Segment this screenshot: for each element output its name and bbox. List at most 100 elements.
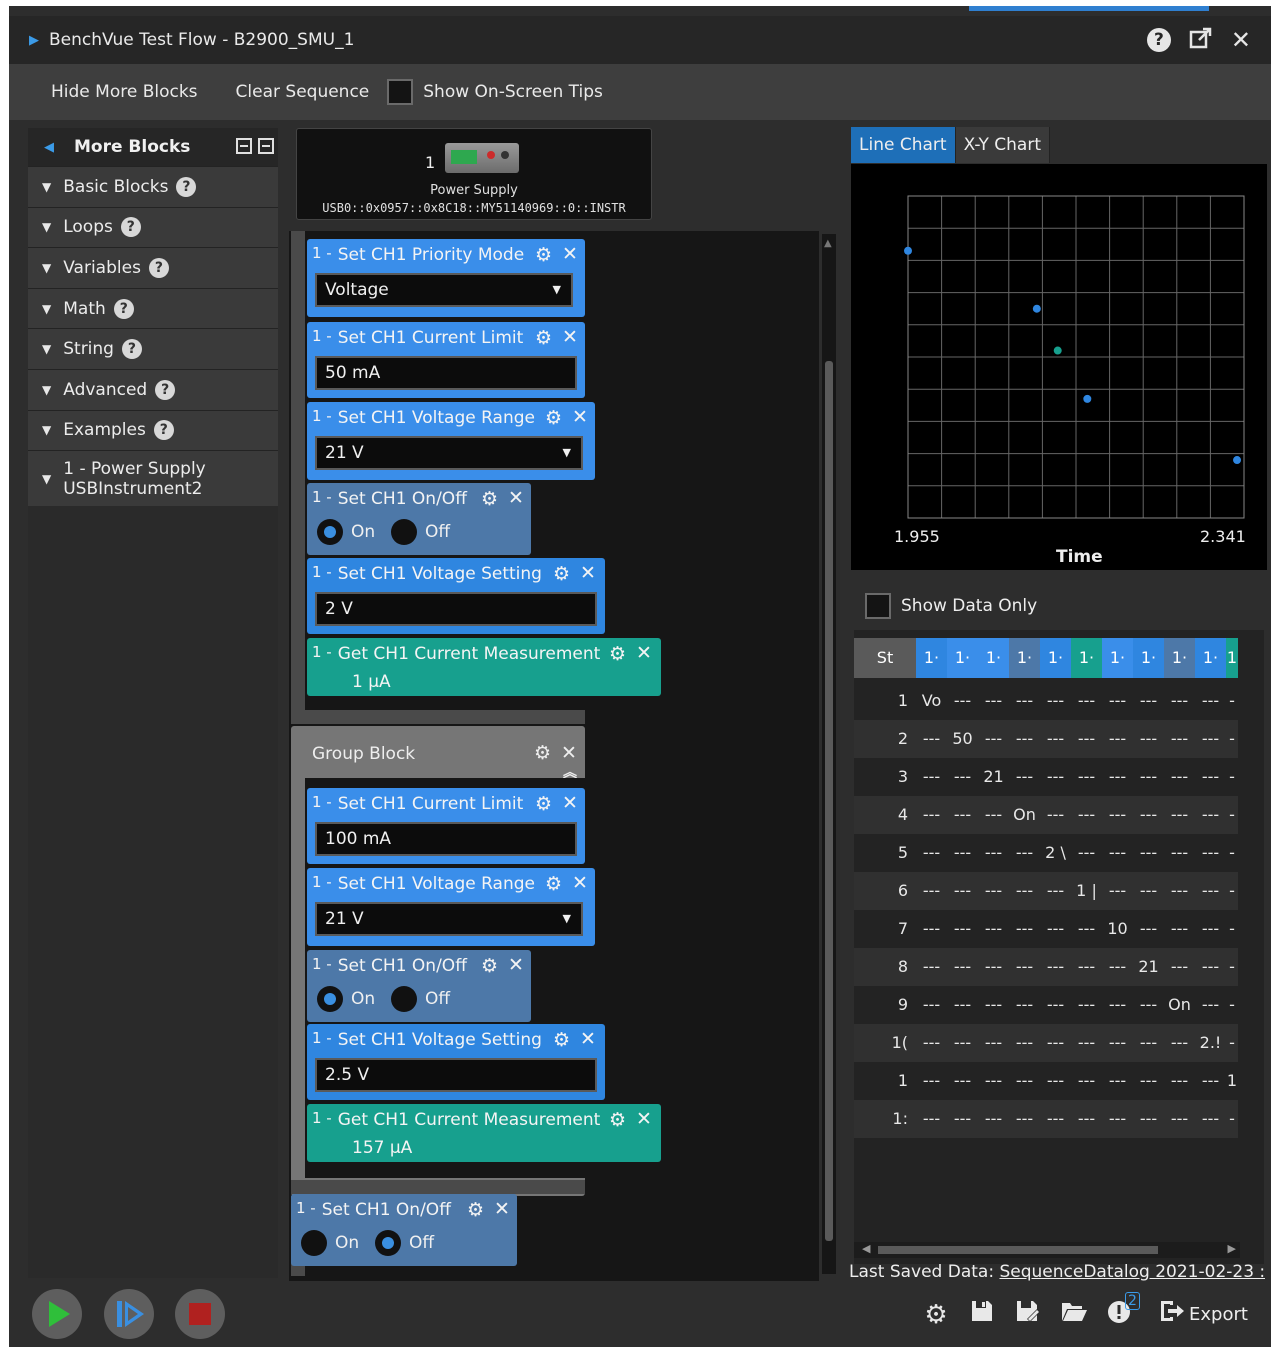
block-get-current-measurement[interactable]: 1 - Get CH1 Current Measurement ⚙ ✕ 157 µ… xyxy=(307,1104,661,1162)
canvas-scroll-thumb[interactable] xyxy=(825,361,833,1241)
help-icon[interactable]: ? xyxy=(155,379,176,400)
notifications-icon[interactable]: 2 xyxy=(1105,1292,1140,1331)
gear-icon[interactable]: ⚙ xyxy=(609,643,626,665)
voltage-range-select[interactable]: 21 V ▼ xyxy=(315,902,583,936)
table-header-cell[interactable]: 1· xyxy=(1133,638,1164,678)
instrument-card[interactable]: 1 Power Supply USB0::0x0957::0x8C18::MY5… xyxy=(296,128,652,220)
table-header-cell[interactable]: 1· xyxy=(1009,638,1040,678)
palette-item-variables[interactable]: ▼ Variables? xyxy=(28,247,278,288)
close-icon[interactable]: ✕ xyxy=(572,872,588,894)
current-limit-input[interactable]: 50 mA xyxy=(315,356,577,390)
tab-xy-chart[interactable]: X-Y Chart xyxy=(955,127,1050,163)
gear-icon[interactable]: ⚙ xyxy=(553,563,570,585)
radio-off[interactable]: Off xyxy=(391,986,450,1012)
collapse-all-icon[interactable] xyxy=(236,138,252,154)
palette-item-string[interactable]: ▼ String? xyxy=(28,328,278,369)
current-limit-input[interactable]: 100 mA xyxy=(315,822,577,856)
palette-item-math[interactable]: ▼ Math? xyxy=(28,287,278,329)
tab-line-chart[interactable]: Line Chart xyxy=(851,127,956,163)
palette-item-advanced[interactable]: ▼ Advanced? xyxy=(28,368,278,410)
block-set-voltage-range[interactable]: 1 - Set CH1 Voltage Range ⚙ ✕ 21 V ▼ xyxy=(307,868,595,946)
radio-on[interactable]: On xyxy=(317,986,375,1012)
palette-item-power-supply[interactable]: ▼ 1 - Power Supply USBInstrument2 xyxy=(28,450,278,507)
palette-item-basic-blocks[interactable]: ▼ Basic Blocks? xyxy=(28,166,278,207)
table-header-cell[interactable]: 1· xyxy=(1195,638,1226,678)
close-icon[interactable]: ✕ xyxy=(562,326,578,348)
radio-on[interactable]: On xyxy=(317,519,375,545)
help-icon[interactable]: ? xyxy=(120,217,141,238)
voltage-setting-input[interactable]: 2 V xyxy=(315,592,597,626)
help-icon[interactable]: ? xyxy=(176,176,197,197)
priority-mode-select[interactable]: Voltage ▼ xyxy=(315,273,573,307)
block-set-on-off[interactable]: 1 - Set CH1 On/Off ⚙ ✕ On Off xyxy=(307,950,531,1022)
collapse-triangle-icon[interactable]: ▶ xyxy=(29,33,39,48)
close-icon[interactable]: ✕ xyxy=(494,1198,510,1220)
table-header-cell[interactable]: 1· xyxy=(1040,638,1071,678)
table-header-cell[interactable]: 1· xyxy=(1071,638,1102,678)
table-header-cell[interactable]: 1 xyxy=(1226,638,1238,678)
scroll-right-icon[interactable]: ▶ xyxy=(1228,1242,1236,1255)
show-data-only-control[interactable]: Show Data Only xyxy=(865,593,1037,619)
gear-icon[interactable]: ⚙ xyxy=(481,488,498,510)
canvas-scrollbar[interactable]: ▲ xyxy=(822,234,836,1274)
table-header-cell[interactable]: 1· xyxy=(1164,638,1195,678)
table-header-cell[interactable]: 1· xyxy=(916,638,947,678)
expand-all-icon[interactable] xyxy=(258,138,274,154)
close-icon[interactable]: ✕ xyxy=(572,406,588,428)
voltage-setting-input[interactable]: 2.5 V xyxy=(315,1058,597,1092)
clear-sequence-button[interactable]: Clear Sequence xyxy=(236,82,370,102)
close-icon[interactable]: ✕ xyxy=(508,487,524,509)
close-icon[interactable]: ✕ xyxy=(580,562,596,584)
table-header-cell[interactable]: St xyxy=(854,638,916,678)
block-set-priority-mode[interactable]: 1 - Set CH1 Priority Mode ⚙ ✕ Voltage ▼ xyxy=(307,239,585,317)
palette-item-examples[interactable]: ▼ Examples? xyxy=(28,409,278,451)
block-set-voltage-range[interactable]: 1 - Set CH1 Voltage Range ⚙ ✕ 21 V ▼ xyxy=(307,402,595,480)
close-icon[interactable]: ✕ xyxy=(562,792,578,814)
table-header-cell[interactable]: 1· xyxy=(1102,638,1133,678)
show-data-only-checkbox[interactable] xyxy=(865,593,891,619)
palette-item-loops[interactable]: ▼ Loops? xyxy=(28,206,278,248)
close-icon[interactable]: ✕ xyxy=(508,954,524,976)
close-icon[interactable]: ✕ xyxy=(1231,28,1251,52)
radio-off[interactable]: Off xyxy=(391,519,450,545)
help-icon[interactable]: ? xyxy=(153,420,174,441)
step-button[interactable] xyxy=(104,1289,154,1339)
gear-icon[interactable]: ⚙ xyxy=(481,955,498,977)
help-icon[interactable]: ? xyxy=(113,298,134,319)
block-set-on-off[interactable]: 1 - Set CH1 On/Off ⚙ ✕ On Off xyxy=(307,483,531,555)
stop-button[interactable] xyxy=(175,1289,225,1339)
save-icon[interactable] xyxy=(967,1299,997,1330)
close-icon[interactable]: ✕ xyxy=(636,1108,652,1130)
table-header-cell[interactable]: 1· xyxy=(947,638,978,678)
close-icon[interactable]: ✕ xyxy=(580,1028,596,1050)
block-set-current-limit[interactable]: 1 - Set CH1 Current Limit ⚙ ✕ 50 mA xyxy=(307,322,585,398)
gear-icon[interactable]: ⚙ xyxy=(553,1029,570,1051)
gear-icon[interactable]: ⚙ xyxy=(921,1300,951,1330)
close-icon[interactable]: ✕ xyxy=(562,243,578,265)
last-saved-link[interactable]: SequenceDatalog 2021-02-23 : xyxy=(999,1262,1265,1282)
gear-icon[interactable]: ⚙ xyxy=(545,873,562,895)
scroll-left-icon[interactable]: ◀ xyxy=(862,1242,870,1255)
collapse-palette-icon[interactable]: ◀ xyxy=(44,140,54,155)
close-icon[interactable]: ✕ xyxy=(561,742,577,764)
radio-on[interactable]: On xyxy=(301,1230,359,1256)
export-button[interactable]: Export xyxy=(1159,1299,1248,1330)
popout-icon[interactable] xyxy=(1189,26,1213,54)
block-set-current-limit[interactable]: 1 - Set CH1 Current Limit ⚙ ✕ 100 mA xyxy=(307,788,585,864)
gear-icon[interactable]: ⚙ xyxy=(535,793,552,815)
scroll-up-icon[interactable]: ▲ xyxy=(824,238,832,249)
save-as-icon[interactable] xyxy=(1013,1299,1043,1330)
gear-icon[interactable]: ⚙ xyxy=(535,244,552,266)
gear-icon[interactable]: ⚙ xyxy=(545,407,562,429)
hide-more-blocks-button[interactable]: Hide More Blocks xyxy=(51,82,198,102)
help-icon[interactable]: ? xyxy=(1146,28,1171,52)
gear-icon[interactable]: ⚙ xyxy=(534,742,551,764)
radio-off[interactable]: Off xyxy=(375,1230,434,1256)
gear-icon[interactable]: ⚙ xyxy=(609,1109,626,1131)
table-scroll-thumb[interactable] xyxy=(878,1246,1158,1254)
block-set-voltage-setting[interactable]: 1 - Set CH1 Voltage Setting ⚙ ✕ 2.5 V xyxy=(307,1024,605,1100)
gear-icon[interactable]: ⚙ xyxy=(535,327,552,349)
block-set-voltage-setting[interactable]: 1 - Set CH1 Voltage Setting ⚙ ✕ 2 V xyxy=(307,558,605,634)
table-hscrollbar[interactable]: ◀ ▶ xyxy=(854,1242,1240,1258)
help-icon[interactable]: ? xyxy=(121,339,142,360)
